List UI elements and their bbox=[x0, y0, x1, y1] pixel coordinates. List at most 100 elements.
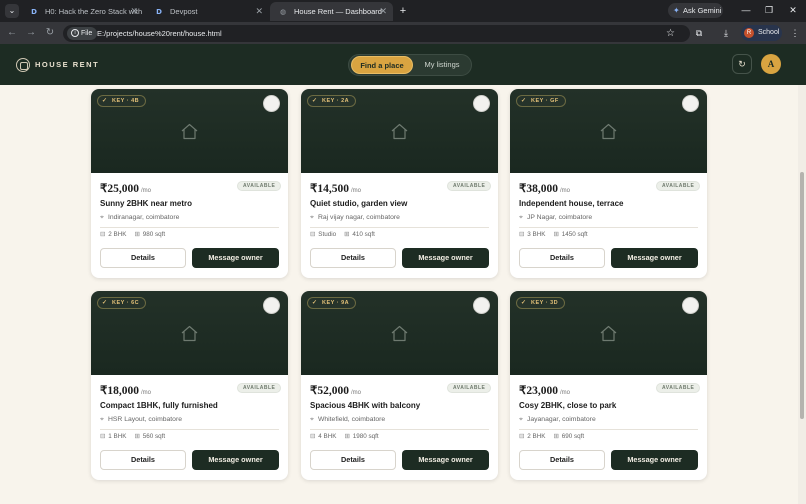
ask-gemini-button[interactable]: ✦ Ask Gemini bbox=[668, 3, 723, 18]
details-button[interactable]: Details bbox=[100, 248, 186, 268]
bhk-text: Studio bbox=[318, 231, 337, 238]
listing-card: ✓ KEY · 4B ₹25,000/mo AVAILABLE Sunny 2B… bbox=[91, 89, 288, 278]
details-button[interactable]: Details bbox=[310, 450, 396, 470]
browser-tab[interactable]: D H0: Hack the Zero Stack with Ve ✕ bbox=[21, 2, 144, 21]
close-icon[interactable]: ✕ bbox=[255, 2, 263, 21]
bed-icon: ⊟ bbox=[310, 433, 316, 440]
listing-specs: ⊟ 1 BHK ⊞ 560 sqft bbox=[100, 433, 165, 440]
browser-tab-active[interactable]: ◍ House Rent — Dashboard ✕ bbox=[270, 2, 393, 21]
house-icon bbox=[391, 123, 408, 140]
listing-location: ⌖ HSR Layout, coimbatore bbox=[100, 416, 182, 424]
details-button[interactable]: Details bbox=[100, 450, 186, 470]
listings-grid: ✓ KEY · 4B ₹25,000/mo AVAILABLE Sunny 2B… bbox=[0, 85, 798, 504]
message-owner-button[interactable]: Message owner bbox=[402, 248, 489, 268]
tab-title: H0: Hack the Zero Stack with Ve bbox=[45, 7, 144, 16]
tab-search-button[interactable]: ⌄ bbox=[5, 4, 19, 18]
profile-button[interactable]: R School bbox=[741, 25, 782, 41]
divider bbox=[519, 227, 698, 228]
browser-tab[interactable]: D Devpost ✕ bbox=[146, 2, 269, 21]
favorite-button[interactable] bbox=[682, 297, 699, 314]
reload-icon[interactable]: ↻ bbox=[43, 26, 57, 40]
new-tab-button[interactable]: + bbox=[397, 4, 409, 18]
details-button[interactable]: Details bbox=[310, 248, 396, 268]
key-label: KEY · 6C bbox=[112, 300, 140, 306]
location-text: Jayanagar, coimbatore bbox=[526, 416, 596, 423]
key-badge: ✓ KEY · 4B bbox=[97, 95, 147, 107]
price-value: ₹25,000 bbox=[100, 183, 139, 195]
area-icon: ⊞ bbox=[134, 433, 140, 440]
listing-photo-placeholder: ✓ KEY · 4B bbox=[91, 89, 288, 173]
download-icon[interactable]: ⤓ bbox=[719, 26, 733, 40]
bed-icon: ⊟ bbox=[100, 433, 106, 440]
listing-photo-placeholder: ✓ KEY · 2A bbox=[301, 89, 498, 173]
divider bbox=[310, 227, 489, 228]
house-logo-icon bbox=[16, 58, 30, 72]
close-icon[interactable]: ✕ bbox=[130, 2, 138, 21]
listing-specs: ⊟ 4 BHK ⊞ 1980 sqft bbox=[310, 433, 379, 440]
area-icon: ⊞ bbox=[553, 231, 559, 238]
user-avatar[interactable]: A bbox=[761, 54, 781, 74]
bed-icon: ⊟ bbox=[100, 231, 106, 238]
message-owner-button[interactable]: Message owner bbox=[192, 450, 279, 470]
tab-favicon: D bbox=[31, 8, 37, 16]
back-icon[interactable]: ← bbox=[5, 26, 19, 40]
divider bbox=[519, 429, 698, 430]
area-text: 410 sqft bbox=[352, 231, 375, 238]
house-icon bbox=[181, 123, 198, 140]
info-icon: i bbox=[71, 29, 79, 37]
listing-photo-placeholder: ✓ KEY · 6C bbox=[91, 291, 288, 375]
site-info-chip[interactable]: i File bbox=[67, 27, 98, 40]
key-label: KEY · GF bbox=[531, 98, 559, 104]
bed-icon: ⊟ bbox=[519, 231, 525, 238]
listing-title: Independent house, terrace bbox=[519, 199, 624, 208]
favorite-button[interactable] bbox=[473, 95, 490, 112]
area-icon: ⊞ bbox=[344, 231, 350, 238]
bookmark-star-icon[interactable]: ☆ bbox=[666, 26, 675, 41]
price-period: /mo bbox=[140, 188, 151, 194]
address-bar[interactable]: i File E:/projects/house%20rent/house.ht… bbox=[63, 25, 690, 42]
message-owner-button[interactable]: Message owner bbox=[402, 450, 489, 470]
minimize-icon[interactable]: — bbox=[736, 3, 756, 18]
url-text[interactable]: E:/projects/house%20rent/house.html bbox=[97, 25, 222, 42]
location-text: HSR Layout, coimbatore bbox=[107, 416, 182, 423]
forward-icon[interactable]: → bbox=[24, 26, 38, 40]
listing-photo-placeholder: ✓ KEY · 3D bbox=[510, 291, 707, 375]
listing-title: Spacious 4BHK with balcony bbox=[310, 401, 421, 410]
close-window-icon[interactable]: ✕ bbox=[783, 3, 803, 18]
message-owner-button[interactable]: Message owner bbox=[611, 450, 698, 470]
price-value: ₹23,000 bbox=[519, 385, 558, 397]
find-a-place-button[interactable]: Find a place bbox=[351, 56, 413, 74]
status-badge: AVAILABLE bbox=[237, 383, 282, 393]
listing-card: ✓ KEY · GF ₹38,000/mo AVAILABLE Independ… bbox=[510, 89, 707, 278]
favorite-button[interactable] bbox=[263, 297, 280, 314]
listing-specs: ⊟ Studio ⊞ 410 sqft bbox=[310, 231, 375, 238]
scrollbar-thumb[interactable] bbox=[800, 172, 804, 419]
listing-price: ₹25,000/mo bbox=[100, 181, 151, 195]
nav-toggle: Find a place My listings bbox=[348, 54, 472, 76]
message-owner-button[interactable]: Message owner bbox=[611, 248, 698, 268]
message-owner-button[interactable]: Message owner bbox=[192, 248, 279, 268]
extensions-icon[interactable]: ⧉ bbox=[692, 26, 706, 40]
details-button[interactable]: Details bbox=[519, 248, 605, 268]
key-label: KEY · 4B bbox=[112, 98, 140, 104]
my-listings-button[interactable]: My listings bbox=[415, 56, 469, 74]
favorite-button[interactable] bbox=[682, 95, 699, 112]
bhk-text: 2 BHK bbox=[527, 433, 546, 440]
favorite-button[interactable] bbox=[263, 95, 280, 112]
listing-title: Quiet studio, garden view bbox=[310, 199, 408, 208]
maximize-icon[interactable]: ❐ bbox=[759, 3, 779, 18]
favorite-button[interactable] bbox=[473, 297, 490, 314]
browser-menu-icon[interactable]: ⋮ bbox=[788, 26, 802, 40]
refresh-icon[interactable]: ↻ bbox=[732, 54, 752, 74]
listing-price: ₹23,000/mo bbox=[519, 383, 570, 397]
brand-name: HOUSE RENT bbox=[35, 60, 100, 69]
details-button[interactable]: Details bbox=[519, 450, 605, 470]
listing-price: ₹52,000/mo bbox=[310, 383, 361, 397]
listing-specs: ⊟ 2 BHK ⊞ 980 sqft bbox=[100, 231, 165, 238]
close-icon[interactable]: ✕ bbox=[379, 2, 387, 21]
check-icon: ✓ bbox=[102, 98, 108, 104]
tab-title: House Rent — Dashboard bbox=[294, 7, 382, 16]
ask-gemini-label: Ask Gemini bbox=[683, 6, 722, 15]
location-text: Whitefield, coimbatore bbox=[317, 416, 386, 423]
price-value: ₹18,000 bbox=[100, 385, 139, 397]
